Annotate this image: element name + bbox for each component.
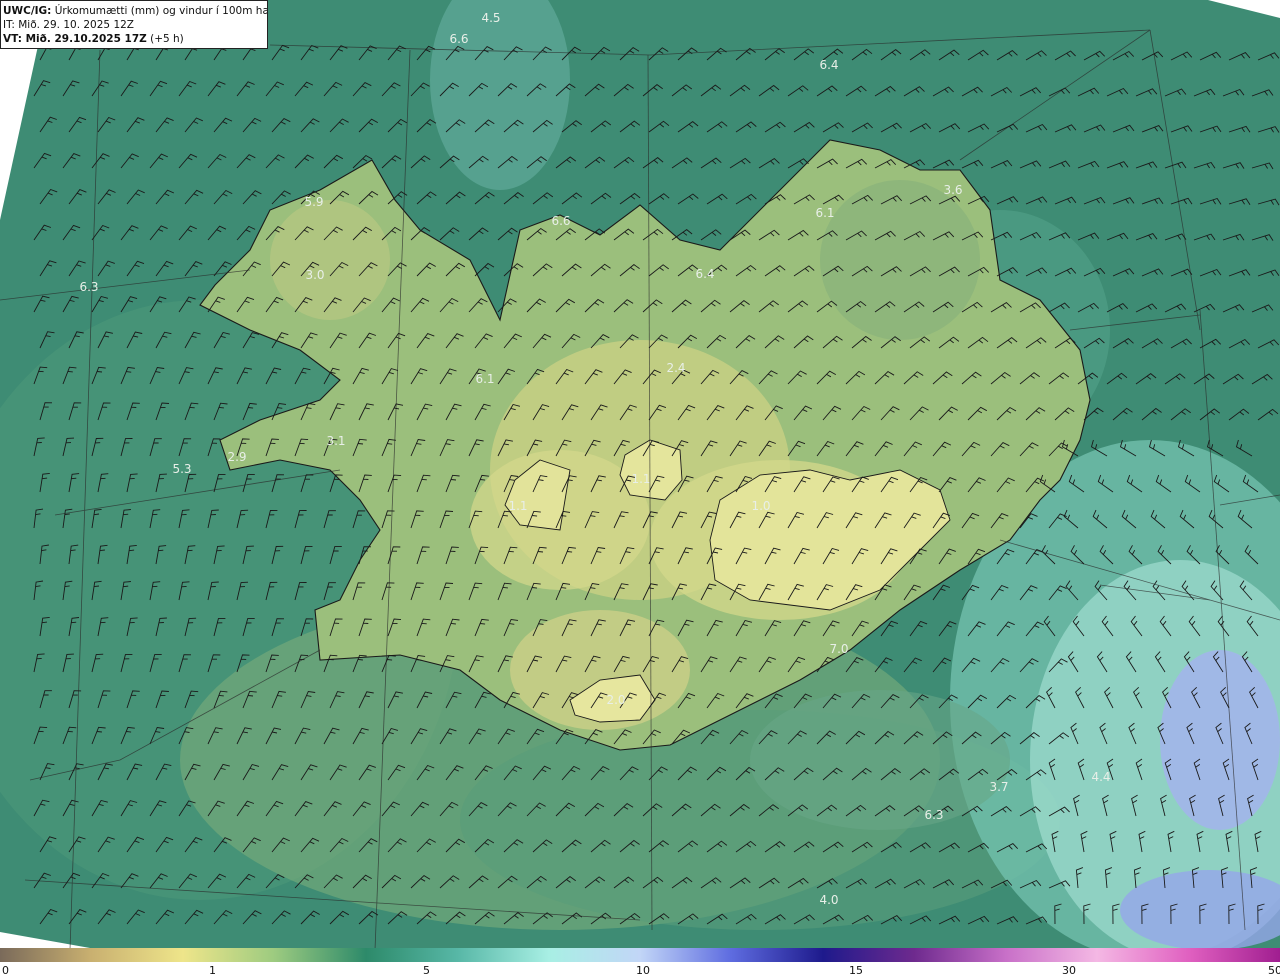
precip-value-label: 1.1 xyxy=(508,499,527,513)
title-code: UWC/IG: xyxy=(3,5,52,17)
precip-value-label: 6.6 xyxy=(551,214,570,228)
precip-value-label: 6.6 xyxy=(449,32,468,46)
colorbar-tick-label: 30 xyxy=(1062,964,1076,977)
colorbar xyxy=(0,948,1280,962)
forecast-offset: (+5 h) xyxy=(146,33,184,45)
colorbar-tick-label: 50 xyxy=(1268,964,1280,977)
precip-value-label: 3.0 xyxy=(305,268,324,282)
precip-value-label: 4.4 xyxy=(1091,770,1110,784)
colorbar-ticks: 0 1 5 10 15 30 50 xyxy=(0,962,1280,978)
precip-value-label: 2.4 xyxy=(666,361,685,375)
colorbar-tick-label: 15 xyxy=(849,964,863,977)
valid-time-line: VT: Mið. 29.10.2025 17Z (+5 h) xyxy=(3,32,263,46)
precip-value-label: 4.0 xyxy=(819,893,838,907)
precip-value-label: 3.6 xyxy=(943,183,962,197)
precip-value-label: 6.4 xyxy=(695,267,714,281)
title-line: UWC/IG: Úrkomumætti (mm) og vindur í 100… xyxy=(3,4,267,18)
precip-value-label: 7.0 xyxy=(829,642,848,656)
precip-value-label: 5.3 xyxy=(172,462,191,476)
valid-time: VT: Mið. 29.10.2025 17Z xyxy=(3,33,147,45)
initial-time-line: IT: Mið. 29. 10. 2025 12Z xyxy=(3,19,134,31)
precip-value-label: 6.3 xyxy=(79,280,98,294)
precip-value-label: 4.5 xyxy=(481,11,500,25)
title-text: Úrkomumætti (mm) og vindur í 100m hæð xyxy=(51,5,268,17)
colorbar-tick-label: 0 xyxy=(2,964,9,977)
colorbar-tick-label: 1 xyxy=(209,964,216,977)
colorbar-tick-label: 5 xyxy=(423,964,430,977)
precip-value-label: 3.1 xyxy=(326,434,345,448)
precip-value-label: 1.0 xyxy=(751,499,770,513)
precipitation-map[interactable]: 4.5 6.6 6.4 3.6 6.1 5.9 6.6 6.4 3.0 6.3 6.1 2.4 3.1 2… xyxy=(0,0,1280,948)
map-info-box: UWC/IG: Úrkomumætti (mm) og vindur í 100… xyxy=(0,0,268,49)
precip-value-label: 6.1 xyxy=(815,206,834,220)
precip-value-label: 2.9 xyxy=(227,450,246,464)
precip-value-label: 5.9 xyxy=(304,195,323,209)
precip-value-label: 3.7 xyxy=(989,780,1008,794)
precip-value-label: 1.1 xyxy=(631,472,650,486)
precip-value-label: 6.1 xyxy=(475,372,494,386)
colorbar-tick-label: 10 xyxy=(636,964,650,977)
precip-value-label: 2.0 xyxy=(606,693,625,707)
precip-value-label: 6.4 xyxy=(819,58,838,72)
precip-value-label: 6.3 xyxy=(924,808,943,822)
